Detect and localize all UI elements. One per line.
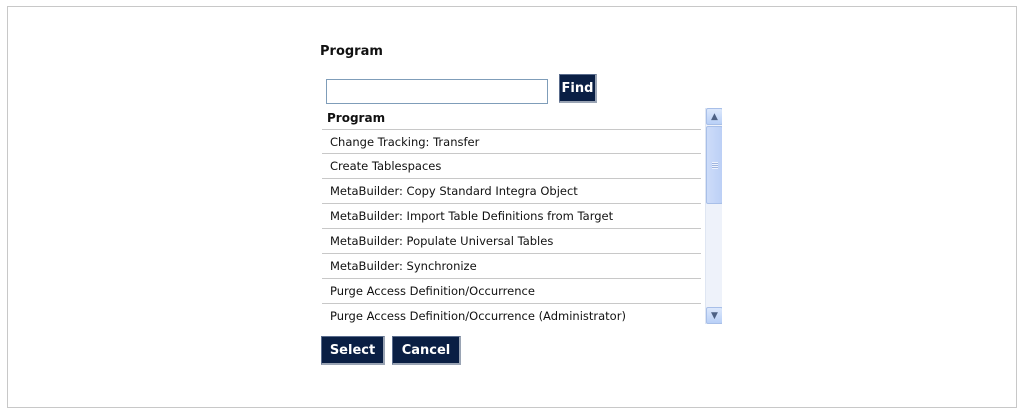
page-title: Program (320, 44, 383, 59)
list-column-header: Program (327, 111, 386, 125)
list-item[interactable]: MetaBuilder: Import Table Definitions fr… (322, 204, 701, 229)
search-input[interactable] (326, 79, 548, 104)
cancel-button[interactable]: Cancel (392, 336, 461, 365)
list-item[interactable]: Purge Access Definition/Occurrence (Admi… (322, 304, 701, 324)
grip-icon (712, 162, 718, 169)
select-button[interactable]: Select (321, 336, 385, 365)
find-button[interactable]: Find (559, 74, 597, 103)
chevron-down-icon: ▼ (711, 310, 718, 321)
list-item[interactable]: MetaBuilder: Copy Standard Integra Objec… (322, 179, 701, 204)
scroll-up-button[interactable]: ▲ (706, 108, 722, 125)
list-item[interactable]: Create Tablespaces (322, 154, 701, 179)
list-item[interactable]: MetaBuilder: Synchronize (322, 254, 701, 279)
scroll-down-button[interactable]: ▼ (706, 307, 722, 324)
list-item[interactable]: Purge Access Definition/Occurrence (322, 279, 701, 304)
scroll-thumb[interactable] (706, 126, 722, 204)
program-list: Program Change Tracking: Transfer Create… (322, 108, 722, 324)
chevron-up-icon: ▲ (711, 111, 718, 122)
list-item[interactable]: Change Tracking: Transfer (322, 129, 701, 154)
list-rows: Change Tracking: Transfer Create Tablesp… (322, 129, 701, 324)
list-scrollbar[interactable]: ▲ ▼ (705, 108, 722, 324)
list-item[interactable]: MetaBuilder: Populate Universal Tables (322, 229, 701, 254)
